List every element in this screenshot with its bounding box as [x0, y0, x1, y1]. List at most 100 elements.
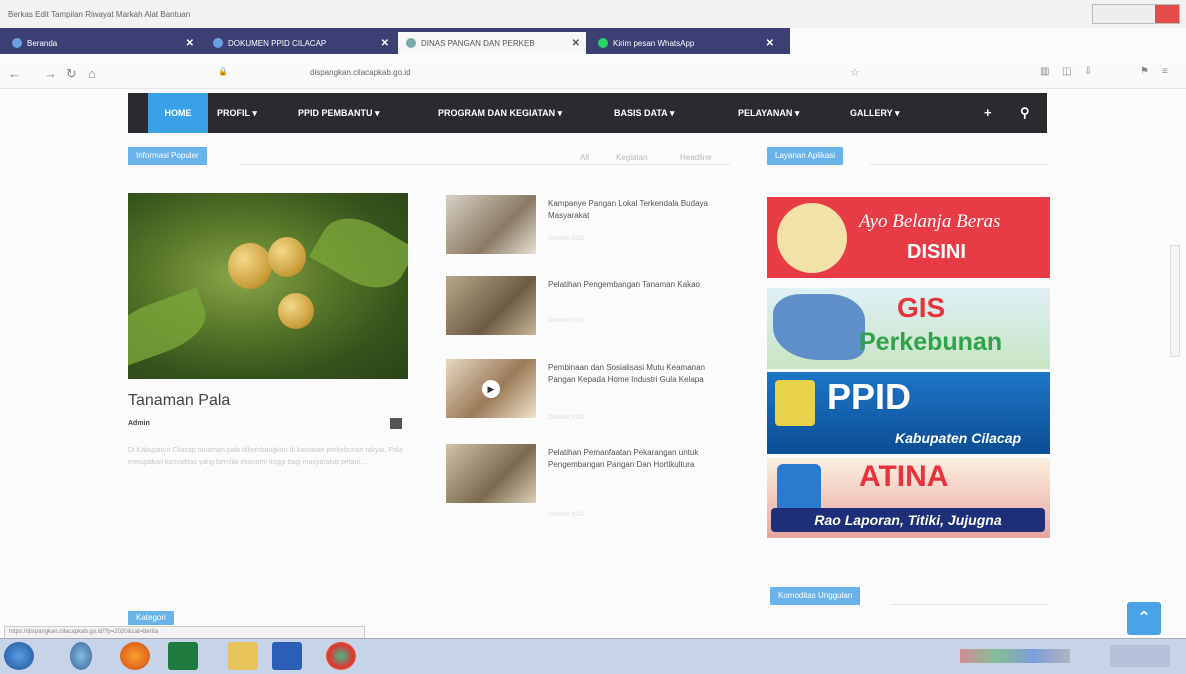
fruit-shape: [228, 243, 272, 289]
reload-icon[interactable]: ↻: [66, 66, 77, 82]
banner-atina[interactable]: ATINA Rao Laporan, Titiki, Jujugna: [767, 458, 1050, 538]
site-nav: HOME PROFIL ▾ PPID PEMBANTU ▾ PROGRAM DA…: [128, 93, 1047, 133]
close-tab-icon[interactable]: ✕: [572, 38, 580, 49]
comment-icon[interactable]: [390, 418, 402, 429]
close-window-button[interactable]: [1155, 5, 1179, 23]
main-post-image[interactable]: [128, 193, 408, 379]
news-title[interactable]: Pelatihan Pemanfaatan Pekarangan untuk P…: [548, 447, 733, 471]
lock-icon: 🔒: [218, 67, 228, 76]
banner-beras-subtitle: DISINI: [907, 241, 966, 263]
nav-basis-data[interactable]: BASIS DATA ▾: [614, 93, 674, 133]
leaf-shape: [309, 204, 408, 302]
banner-belanja-beras[interactable]: Ayo Belanja Beras DISINI: [767, 197, 1050, 278]
windows-taskbar: [0, 638, 1186, 674]
person-illustration: [777, 203, 847, 273]
section-layanan: Layanan Aplikasi: [767, 147, 844, 165]
fruit-shape: [268, 237, 306, 277]
divider: [870, 164, 1048, 165]
banner-gis-title: GIS: [897, 292, 946, 323]
section-kategori: Kategori: [128, 611, 174, 625]
whatsapp-icon: [598, 38, 608, 48]
browser-menu-bar: Berkas Edit Tampilan Riwayat Markah Alat…: [0, 0, 1186, 28]
nav-program-kegiatan[interactable]: PROGRAM DAN KEGIATAN ▾: [438, 93, 562, 133]
news-thumbnail[interactable]: [446, 276, 536, 335]
tab-beranda[interactable]: Beranda ✕: [4, 32, 200, 54]
filter-headline[interactable]: Headline: [680, 153, 712, 162]
filter-kegiatan[interactable]: Kegiatan: [616, 153, 648, 162]
divider: [890, 604, 1048, 605]
banner-atina-title: ATINA: [859, 460, 949, 493]
news-title[interactable]: Kampanye Pangan Lokal Terkendala Budaya …: [548, 198, 733, 222]
filter-all[interactable]: All: [580, 153, 589, 162]
map-shape: [773, 294, 865, 360]
window-controls[interactable]: [1092, 4, 1180, 24]
nav-more[interactable]: +: [984, 93, 992, 133]
banner-ppid-cilacap[interactable]: PPID Kabupaten Cilacap: [767, 372, 1050, 454]
news-thumbnail[interactable]: [446, 444, 536, 503]
close-tab-icon[interactable]: ✕: [186, 38, 194, 49]
tab-strip: Beranda ✕ DOKUMEN PPID CILACAP ✕ DINAS PAN…: [0, 28, 790, 54]
news-thumbnail[interactable]: ▶: [446, 359, 536, 418]
main-post-title[interactable]: Tanaman Pala: [128, 392, 230, 410]
browser-toolbar: ← → ↻ ⌂ 🔒 dispangkan.cilacapkab.go.id ☆ …: [0, 58, 1186, 89]
main-post-author[interactable]: Admin: [128, 420, 150, 427]
library-icon[interactable]: ▥: [1040, 66, 1049, 77]
explorer-icon[interactable]: [228, 642, 258, 670]
tab-dokumen[interactable]: DOKUMEN PPID CILACAP ✕: [205, 32, 395, 54]
tab-label: DINAS PANGAN DAN PERKEB: [421, 38, 535, 48]
word-icon[interactable]: [272, 642, 302, 670]
bookmark-star-icon[interactable]: ☆: [850, 66, 860, 79]
sidebar-icon[interactable]: ◫: [1062, 66, 1071, 77]
tab-whatsapp[interactable]: Kirim pesan WhatsApp ✕: [590, 32, 780, 54]
clock[interactable]: [1110, 645, 1170, 667]
close-tab-icon[interactable]: ✕: [381, 38, 389, 49]
news-date: Oktober 2020: [548, 415, 585, 421]
chrome-icon[interactable]: [326, 642, 356, 670]
excel-icon[interactable]: [168, 642, 198, 670]
section-unggulan: Komoditas Unggulan: [770, 587, 861, 605]
page-scrollbar[interactable]: [1170, 245, 1180, 357]
nav-home[interactable]: HOME: [148, 93, 208, 133]
banner-ppid-title: PPID: [827, 376, 912, 417]
news-thumbnail[interactable]: [446, 195, 536, 254]
leaf-shape: [128, 287, 214, 369]
page-icon: [213, 38, 223, 48]
search-icon[interactable]: ⚲: [1020, 93, 1030, 133]
banner-beras-title: Ayo Belanja Beras: [859, 211, 1001, 232]
page-icon: [406, 38, 416, 48]
download-icon[interactable]: ⇩: [1084, 66, 1092, 77]
tab-label: Kirim pesan WhatsApp: [613, 38, 695, 48]
nav-ppid-pembantu[interactable]: PPID PEMBANTU ▾: [298, 93, 380, 133]
home-icon[interactable]: ⌂: [88, 66, 96, 81]
nav-gallery[interactable]: GALLERY ▾: [850, 93, 900, 133]
ie-icon[interactable]: [70, 642, 92, 670]
news-date: Oktober 2020: [548, 236, 585, 242]
banner-gis-perkebunan[interactable]: GIS Perkebunan: [767, 288, 1050, 369]
tab-dinas-pangan[interactable]: DINAS PANGAN DAN PERKEB ✕: [398, 32, 586, 54]
banner-ppid-subtitle: Kabupaten Cilacap: [895, 430, 1022, 446]
start-button[interactable]: [4, 642, 34, 670]
news-date: Oktober 2020: [548, 512, 585, 518]
menu-hamburger-icon[interactable]: ≡: [1162, 66, 1168, 77]
extension-icon[interactable]: ⚑: [1140, 66, 1149, 77]
scroll-to-top-button[interactable]: ⌃: [1127, 602, 1161, 635]
section-informasi: Informasi Populer: [128, 147, 207, 165]
news-title[interactable]: Pelatihan Pengembangan Tanaman Kakao: [548, 279, 733, 291]
system-tray-icons[interactable]: [960, 649, 1070, 663]
news-title[interactable]: Pembinaan dan Sosialisasi Mutu Keamanan …: [548, 362, 733, 386]
back-icon[interactable]: ←: [8, 66, 21, 81]
video-play-icon[interactable]: ▶: [482, 380, 500, 398]
tab-label: DOKUMEN PPID CILACAP: [228, 38, 327, 48]
firefox-taskbar-icon[interactable]: [120, 642, 150, 670]
firefox-icon: [12, 38, 22, 48]
url-text: dispangkan.cilacapkab.go.id: [310, 68, 411, 77]
fruit-shape: [278, 293, 314, 329]
forward-icon[interactable]: →: [44, 66, 57, 81]
nav-pelayanan[interactable]: PELAYANAN ▾: [738, 93, 799, 133]
nav-profil[interactable]: PROFIL ▾: [217, 93, 257, 133]
menu-items[interactable]: Berkas Edit Tampilan Riwayat Markah Alat…: [8, 10, 190, 19]
main-post-excerpt: Di Kabupaten Cilacap tanaman pala dikemb…: [128, 447, 403, 466]
divider: [240, 164, 730, 165]
close-tab-icon[interactable]: ✕: [766, 38, 774, 49]
url-bar[interactable]: 🔒 dispangkan.cilacapkab.go.id ☆: [200, 64, 890, 82]
